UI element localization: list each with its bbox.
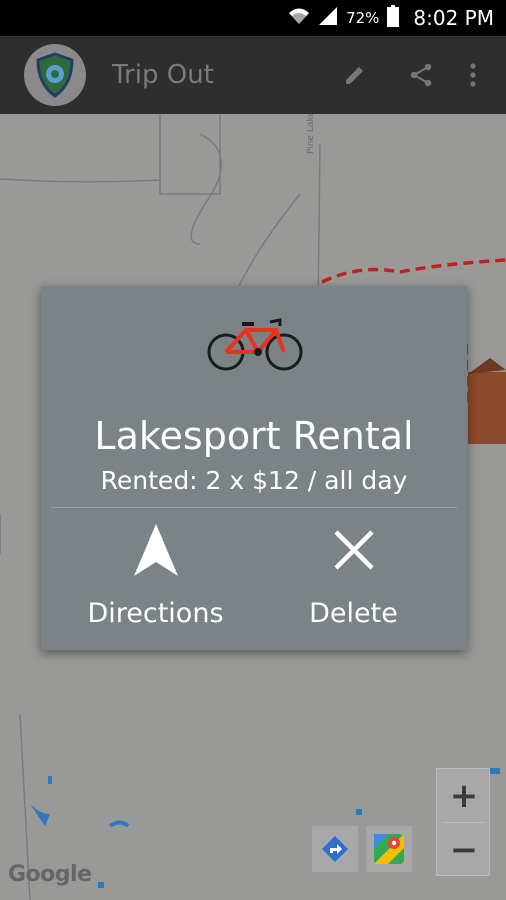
dialog-divider [51,507,457,508]
close-icon [333,530,374,574]
overflow-menu-icon[interactable] [458,60,488,90]
zoom-controls: + − [436,768,490,876]
zoom-out-button[interactable]: − [437,823,491,877]
navigation-arrow-icon [133,524,178,580]
directions-label: Directions [87,598,224,629]
app-title: Trip Out [112,60,214,90]
app-bar: Trip Out [0,36,506,114]
shield-logo-icon[interactable] [24,44,86,106]
battery-icon [387,5,400,31]
share-icon[interactable] [406,60,436,90]
directions-button[interactable]: Directions [49,510,262,650]
delete-button[interactable]: Delete [247,510,460,650]
road-label: Pine Lake Rd [306,114,316,154]
bicycle-icon [206,316,304,378]
battery-percent: 72% [346,9,380,27]
place-title: Lakesport Rental [94,414,414,458]
cabin-icon [468,358,506,444]
clock: 8:02 PM [413,6,494,30]
delete-label: Delete [309,598,398,629]
wifi-icon [288,7,310,29]
google-attribution: Google [8,862,92,887]
zoom-in-button[interactable]: + [437,769,491,823]
status-bar: 72% 8:02 PM [0,0,506,36]
place-info-dialog: Lakesport Rental Rented: 2 x $12 / all d… [41,286,467,650]
google-maps-icon[interactable] [366,826,412,872]
signal-icon [318,6,338,30]
place-subtitle: Rented: 2 x $12 / all day [100,466,408,495]
edit-icon[interactable] [340,60,370,90]
directions-icon[interactable] [312,826,358,872]
